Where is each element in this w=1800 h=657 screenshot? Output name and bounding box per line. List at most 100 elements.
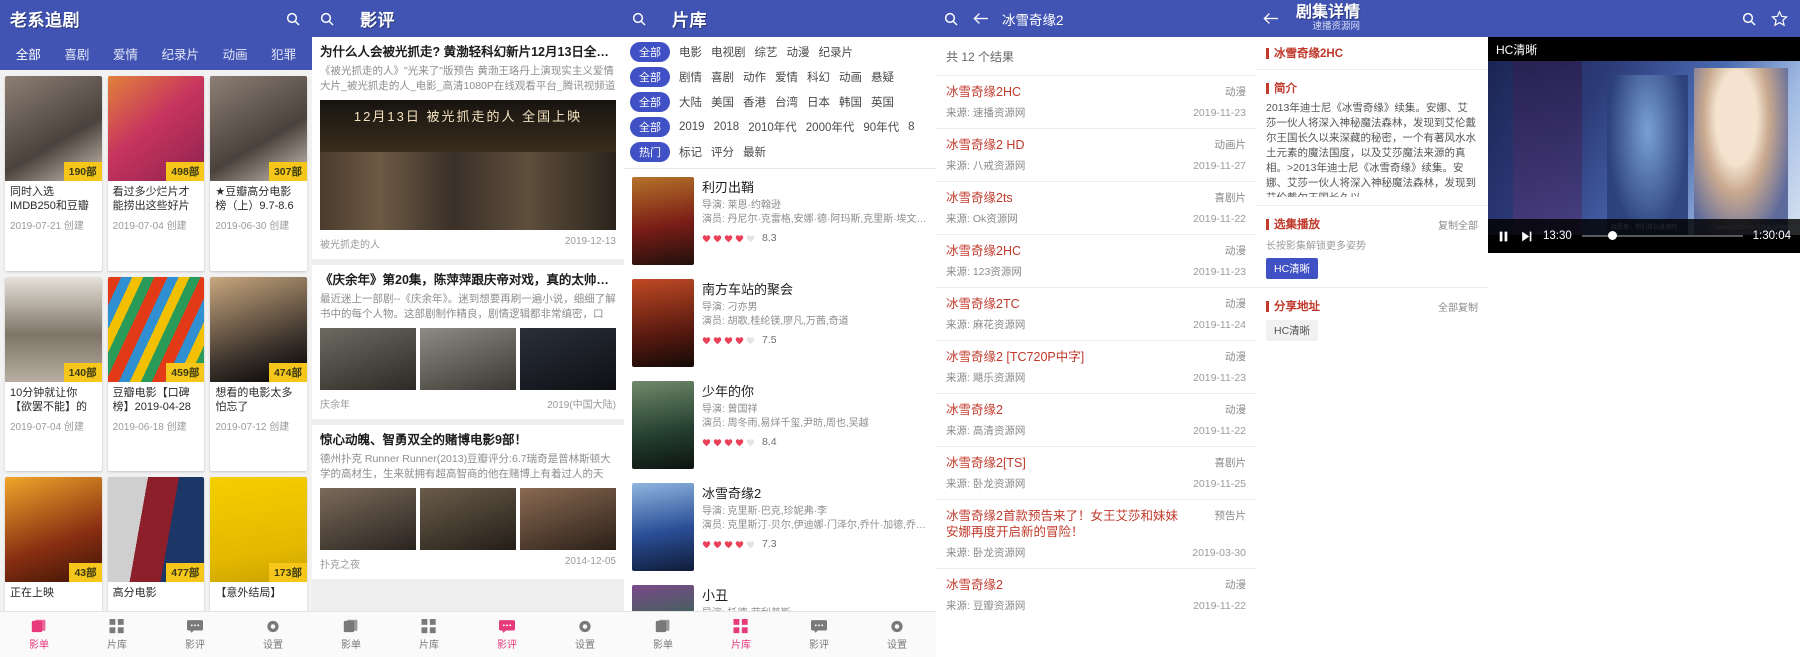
video-player[interactable]: HC清晰 我愿意，你们可以进来吗 www.sd2233.com 片源来自网络收集 bbox=[1488, 37, 1800, 657]
nav-item-settings[interactable]: 设置 bbox=[546, 619, 624, 651]
filter-option[interactable]: 动画 bbox=[839, 69, 862, 85]
nav-item-reviews[interactable]: 影评 bbox=[156, 619, 234, 651]
filter-option[interactable]: 8 bbox=[908, 121, 914, 133]
filter-chip[interactable]: 全部 bbox=[630, 42, 670, 62]
filter-option[interactable]: 2010年代 bbox=[748, 119, 797, 135]
category-tab-3[interactable]: 纪录片 bbox=[160, 41, 202, 66]
review-source: 被光抓走的人 bbox=[320, 240, 380, 251]
search-result-item[interactable]: 冰雪奇缘2[TS] 喜剧片 来源: 卧龙资源网 2019-11-25 bbox=[936, 446, 1256, 499]
filter-option[interactable]: 纪录片 bbox=[819, 44, 854, 60]
review-thumb bbox=[320, 488, 416, 550]
search-result-item[interactable]: 冰雪奇缘2首款预告来了！女王艾莎和妹妹安娜再度开启新的冒险！ 预告片 来源: 卧… bbox=[936, 499, 1256, 568]
video-seek-bar[interactable] bbox=[1581, 231, 1743, 240]
heart-icon bbox=[724, 234, 733, 242]
search-icon[interactable] bbox=[936, 4, 966, 34]
filter-option[interactable]: 悬疑 bbox=[871, 69, 894, 85]
category-tab-1[interactable]: 喜剧 bbox=[62, 41, 91, 66]
search-result-item[interactable]: 冰雪奇缘2TC 动漫 来源: 麻花资源网 2019-11-24 bbox=[936, 287, 1256, 340]
filter-option[interactable]: 爱情 bbox=[775, 69, 798, 85]
category-tabs-panel1[interactable]: 全部 喜剧 爱情 纪录片 动画 犯罪 bbox=[0, 37, 312, 70]
filter-option[interactable]: 大陆 bbox=[679, 94, 702, 110]
filter-option[interactable]: 标记 bbox=[679, 144, 702, 160]
nav-item-movie-lists[interactable]: 影单 bbox=[0, 619, 78, 651]
star-outline-icon[interactable] bbox=[1764, 4, 1794, 34]
filter-option[interactable]: 动漫 bbox=[787, 44, 810, 60]
copy-all-share-button[interactable]: 全部复制 bbox=[1438, 299, 1478, 314]
search-query-text[interactable]: 冰雪奇缘2 bbox=[996, 9, 1064, 29]
nav-item-movie-lists[interactable]: 影单 bbox=[312, 619, 390, 651]
library-row[interactable]: 南方车站的聚会 导演: 刁亦男 演员: 胡歌,桂纶镁,廖凡,万茜,奇道 7.5 bbox=[624, 271, 936, 373]
search-result-item[interactable]: 冰雪奇缘2 [TC720P中字] 动漫 来源: 飓乐资源网 2019-11-23 bbox=[936, 340, 1256, 393]
filter-option[interactable]: 剧情 bbox=[679, 69, 702, 85]
filter-option[interactable]: 科幻 bbox=[807, 69, 830, 85]
nav-item-settings[interactable]: 设置 bbox=[858, 619, 936, 651]
nav-item-settings[interactable]: 设置 bbox=[234, 619, 312, 651]
filter-option[interactable]: 90年代 bbox=[863, 119, 899, 135]
filter-option[interactable]: 日本 bbox=[807, 94, 830, 110]
episode-chip-button[interactable]: HC清晰 bbox=[1266, 258, 1319, 279]
filter-option[interactable]: 评分 bbox=[711, 144, 734, 160]
search-icon[interactable] bbox=[278, 4, 308, 34]
share-chip-button[interactable]: HC清晰 bbox=[1266, 320, 1319, 341]
search-result-item[interactable]: 冰雪奇缘2 HD 动画片 来源: 八戒资源网 2019-11-27 bbox=[936, 128, 1256, 181]
movie-list-card[interactable]: 459部 豆瓣电影【口碑榜】2019-04-28 2019-06-18 创建 bbox=[107, 276, 205, 472]
filter-option[interactable]: 电视剧 bbox=[711, 44, 746, 60]
nav-item-library[interactable]: 片库 bbox=[78, 618, 156, 651]
nav-item-reviews[interactable]: 影评 bbox=[468, 619, 546, 651]
filter-option[interactable]: 最新 bbox=[743, 144, 766, 160]
library-row[interactable]: 利刃出鞘 导演: 莱恩·约翰逊 演员: 丹尼尔·克雷格,安娜·德·阿玛斯,克里斯… bbox=[624, 169, 936, 271]
search-result-item[interactable]: 冰雪奇缘2HC 动漫 来源: 123资源网 2019-11-23 bbox=[936, 234, 1256, 287]
filter-option[interactable]: 2018 bbox=[714, 121, 740, 133]
filter-option[interactable]: 香港 bbox=[743, 94, 766, 110]
movie-list-card[interactable]: 307部 ★豆瓣高分电影榜（上）9.7-8.6 2019-06-30 创建 bbox=[210, 76, 307, 271]
search-result-item[interactable]: 冰雪奇缘2 动漫 来源: 豆瓣资源网 2019-11-22 bbox=[936, 568, 1256, 621]
seek-knob[interactable] bbox=[1607, 231, 1617, 240]
review-card[interactable]: 惊心动魄、智勇双全的赌博电影9部！ 德州扑克 Runner Runner(201… bbox=[312, 425, 624, 579]
detail-app-bar: 剧集详情 速播资源网 bbox=[1256, 0, 1800, 37]
filter-option[interactable]: 韩国 bbox=[839, 94, 862, 110]
filter-option[interactable]: 台湾 bbox=[775, 94, 798, 110]
nav-item-movie-lists[interactable]: 影单 bbox=[624, 619, 702, 651]
category-tab-0[interactable]: 全部 bbox=[14, 41, 43, 66]
search-result-item[interactable]: 冰雪奇缘2HC 动漫 来源: 速播资源网 2019-11-23 bbox=[936, 75, 1256, 128]
filter-chip[interactable]: 全部 bbox=[630, 117, 670, 137]
copy-all-episodes-button[interactable]: 复制全部 bbox=[1438, 217, 1478, 232]
filter-option[interactable]: 喜剧 bbox=[711, 69, 734, 85]
filter-chip[interactable]: 热门 bbox=[630, 142, 670, 162]
review-card[interactable]: 为什么人会被光抓走? 黄渤轻科幻新片12月13日全国上... 《被光抓走的人》"… bbox=[312, 37, 624, 259]
category-tab-2[interactable]: 爱情 bbox=[111, 41, 140, 66]
search-icon[interactable] bbox=[1734, 4, 1764, 34]
nav-item-library[interactable]: 片库 bbox=[702, 618, 780, 651]
movie-list-card[interactable]: 498部 看过多少烂片才能捞出这些好片 2019-07-04 创建 bbox=[107, 76, 205, 271]
filter-option[interactable]: 动作 bbox=[743, 69, 766, 85]
search-icon[interactable] bbox=[624, 4, 654, 34]
movie-list-card[interactable]: 190部 同时入选IMDB250和豆瓣电影250的 2019-07-21 创建 bbox=[5, 76, 102, 271]
filter-option[interactable]: 美国 bbox=[711, 94, 734, 110]
library-row[interactable]: 少年的你 导演: 曾国祥 演员: 周冬雨,易烊千玺,尹昉,周也,吴越 8.4 bbox=[624, 373, 936, 475]
movie-list-card[interactable]: 140部 10分钟就让你【欲罢不能】的高分电... 2019-07-04 创建 bbox=[5, 276, 102, 472]
pause-icon[interactable] bbox=[1497, 230, 1510, 243]
back-arrow-icon[interactable] bbox=[1256, 4, 1286, 34]
search-result-item[interactable]: 冰雪奇缘2ts 喜剧片 来源: Ok资源网 2019-11-22 bbox=[936, 181, 1256, 234]
category-tab-4[interactable]: 动画 bbox=[221, 41, 250, 66]
category-tab-5[interactable]: 犯罪 bbox=[269, 41, 298, 66]
search-result-item[interactable]: 冰雪奇缘2 动漫 来源: 高清资源网 2019-11-22 bbox=[936, 393, 1256, 446]
search-icon[interactable] bbox=[312, 4, 342, 34]
filter-option[interactable]: 2000年代 bbox=[806, 119, 855, 135]
back-arrow-icon[interactable] bbox=[966, 4, 996, 34]
filter-option[interactable]: 2019 bbox=[679, 121, 705, 133]
pause-icon-overlay[interactable] bbox=[1629, 332, 1659, 362]
filter-chip[interactable]: 全部 bbox=[630, 92, 670, 112]
filter-option[interactable]: 电影 bbox=[679, 44, 702, 60]
library-row[interactable]: 冰雪奇缘2 导演: 克里斯·巴克,珍妮弗·李 演员: 克里斯汀·贝尔,伊迪娜·门… bbox=[624, 475, 936, 577]
review-card[interactable]: 《庆余年》第20集，陈萍萍跟庆帝对戏，真的太帅了！爱... 最近迷上一部剧--《… bbox=[312, 265, 624, 419]
nav-item-library[interactable]: 片库 bbox=[390, 618, 468, 651]
filter-chip[interactable]: 全部 bbox=[630, 67, 670, 87]
video-controls[interactable]: 13:30 1:30:04 bbox=[1488, 219, 1800, 253]
next-track-icon[interactable] bbox=[1520, 230, 1533, 243]
nav-item-reviews[interactable]: 影评 bbox=[780, 619, 858, 651]
filter-option[interactable]: 英国 bbox=[871, 94, 894, 110]
movie-list-card[interactable]: 474部 想看的电影太多怕忘了 2019-07-12 创建 bbox=[210, 276, 307, 472]
filter-option[interactable]: 综艺 bbox=[755, 44, 778, 60]
review-source: 庆余年 bbox=[320, 400, 350, 411]
